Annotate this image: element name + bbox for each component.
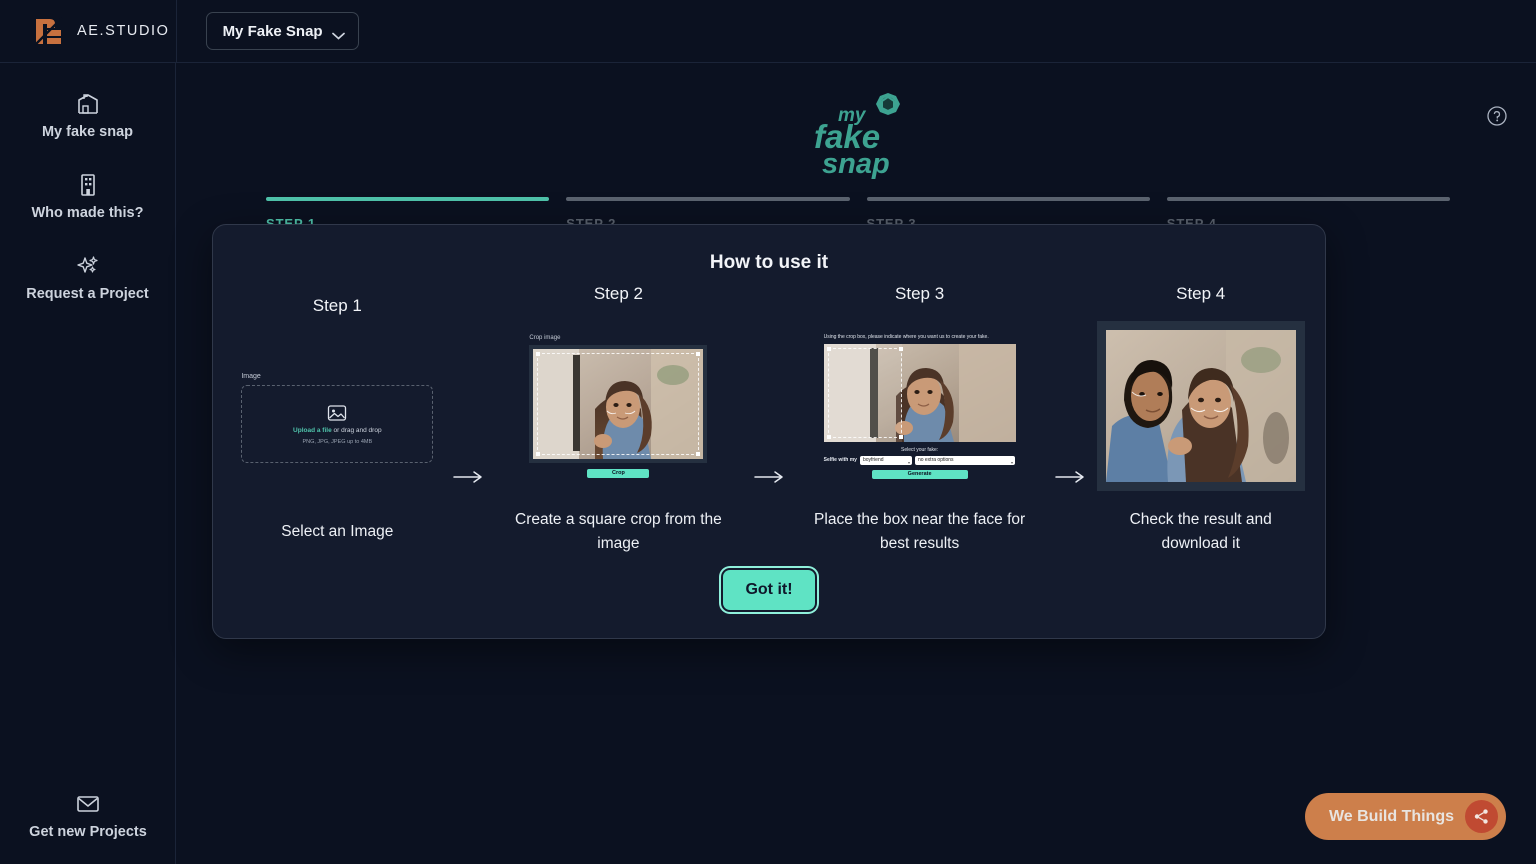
upload-mini-ui: Image Upload a	[241, 373, 433, 463]
step-illustration: Image Upload a	[241, 328, 433, 508]
sidebar-item-request-a-project[interactable]: Request a Project	[0, 243, 175, 312]
fake-options-row: Selfie with my boyfriend ▾ no extra opti…	[824, 456, 1016, 465]
arrow-right-icon	[1050, 284, 1090, 556]
brand[interactable]: AE.STUDIO	[33, 16, 170, 47]
sidebar-item-label: Who made this?	[32, 205, 144, 221]
relation-select-value: boyfriend	[863, 457, 884, 463]
arrow-right-icon	[749, 284, 789, 556]
step-caption: Select an Image	[232, 520, 442, 544]
extra-options-value: no extra options	[918, 457, 954, 463]
topbar-divider	[176, 0, 177, 63]
stepper-bar	[867, 197, 1150, 201]
relation-select[interactable]: boyfriend ▾	[860, 456, 912, 465]
modal-step-1: Step 1 Image	[227, 284, 448, 556]
step-illustration	[1097, 316, 1305, 496]
upload-text: Upload a file or drag and drop	[293, 427, 382, 434]
crop-field-label: Crop image	[529, 335, 707, 341]
face-crop-box[interactable]	[828, 348, 902, 438]
crop-instruction: Using the crop box, please indicate wher…	[824, 334, 1016, 340]
building-icon	[77, 172, 99, 198]
step-illustration: Using the crop box, please indicate wher…	[824, 316, 1016, 496]
modal-title: How to use it	[213, 225, 1325, 274]
app-selector[interactable]: My Fake Snap	[206, 12, 359, 50]
modal-step-4: Step 4	[1090, 284, 1311, 556]
crop-handle[interactable]	[536, 352, 540, 356]
share-icon[interactable]	[1465, 800, 1498, 833]
select-fake-title: Select your fake:	[824, 447, 1016, 453]
modal-steps-row: Step 1 Image	[213, 284, 1325, 556]
step-caption: Check the result and download it	[1096, 508, 1306, 556]
crop-handle[interactable]	[899, 347, 903, 351]
upload-rest: or drag and drop	[332, 427, 382, 434]
step-illustration: Crop image	[529, 316, 707, 496]
upload-link[interactable]: Upload a file	[293, 427, 332, 434]
crop-handle[interactable]	[696, 352, 700, 356]
sidebar-item-label: Get new Projects	[29, 824, 147, 840]
svg-text:snap: snap	[822, 148, 890, 179]
crop-selection[interactable]	[537, 353, 699, 455]
step-heading: Step 1	[313, 296, 362, 316]
modal-step-2: Step 2 Crop image	[488, 284, 749, 556]
image-icon	[327, 404, 347, 422]
aperture-icon	[876, 93, 900, 115]
result-frame	[1097, 321, 1305, 491]
sidebar-item-who-made-this[interactable]: Who made this?	[0, 162, 175, 231]
brand-name: AE.STUDIO	[77, 23, 170, 39]
image-field-label: Image	[241, 373, 433, 380]
top-bar: AE.STUDIO My Fake Snap	[0, 0, 1536, 63]
house-icon	[75, 91, 101, 117]
sidebar-nav: My fake snap Who made this?	[0, 63, 175, 312]
app-logo: my fake snap	[176, 91, 1536, 179]
modal-step-3: Step 3 Using the crop box, please indica…	[789, 284, 1050, 556]
we-build-things-badge[interactable]: We Build Things	[1305, 793, 1506, 840]
crop-mini-ui: Crop image	[529, 335, 707, 478]
step-caption: Create a square crop from the image	[503, 508, 733, 556]
step-heading: Step 3	[895, 284, 944, 304]
stepper-bar	[566, 197, 849, 201]
crop-handle[interactable]	[827, 435, 831, 439]
chevron-down-icon	[332, 27, 345, 35]
crop-button[interactable]: Crop	[587, 469, 649, 478]
modal-footer: Got it!	[213, 570, 1325, 610]
ae-studio-logo-icon	[33, 16, 64, 47]
app-selector-label: My Fake Snap	[223, 23, 323, 40]
crop-handle[interactable]	[899, 435, 903, 439]
got-it-button[interactable]: Got it!	[723, 570, 814, 610]
sidebar-bottom: Get new Projects	[0, 781, 176, 850]
arrow-right-icon	[448, 284, 488, 556]
generate-button[interactable]: Generate	[872, 470, 968, 479]
result-photo	[1106, 330, 1296, 482]
upload-dropzone[interactable]: Upload a file or drag and drop PNG, JPG,…	[241, 385, 433, 463]
selfie-with-label: Selfie with my	[824, 457, 857, 463]
crop-photo-frame	[529, 345, 707, 463]
sidebar-item-label: My fake snap	[42, 124, 133, 140]
sparkles-icon	[75, 253, 101, 279]
generate-mini-ui: Using the crop box, please indicate wher…	[824, 334, 1016, 479]
main-content: my fake snap STEP 1	[176, 63, 1536, 864]
generate-photo-frame	[824, 344, 1016, 442]
step-heading: Step 4	[1176, 284, 1225, 304]
step-heading: Step 2	[594, 284, 643, 304]
sidebar-item-my-fake-snap[interactable]: My fake snap	[0, 81, 175, 150]
upload-hint: PNG, JPG, JPEG up to 4MB	[302, 439, 372, 445]
how-to-use-modal: How to use it Step 1 Image	[212, 224, 1326, 639]
sidebar: My fake snap Who made this?	[0, 63, 176, 864]
we-build-things-label: We Build Things	[1329, 808, 1454, 826]
stepper-bar	[266, 197, 549, 201]
chevron-down-icon: ▾	[1011, 458, 1013, 465]
sidebar-item-get-new-projects[interactable]: Get new Projects	[0, 781, 176, 850]
envelope-icon	[75, 791, 101, 817]
step-caption: Place the box near the face for best res…	[805, 508, 1035, 556]
extra-options-select[interactable]: no extra options ▾	[915, 456, 1015, 465]
crop-handle[interactable]	[696, 452, 700, 456]
stepper-bar	[1167, 197, 1450, 201]
crop-handle[interactable]	[827, 347, 831, 351]
chevron-down-icon: ▾	[908, 458, 910, 465]
sidebar-item-label: Request a Project	[26, 286, 149, 302]
crop-handle[interactable]	[536, 452, 540, 456]
app-root: AE.STUDIO My Fake Snap My fa	[0, 0, 1536, 864]
